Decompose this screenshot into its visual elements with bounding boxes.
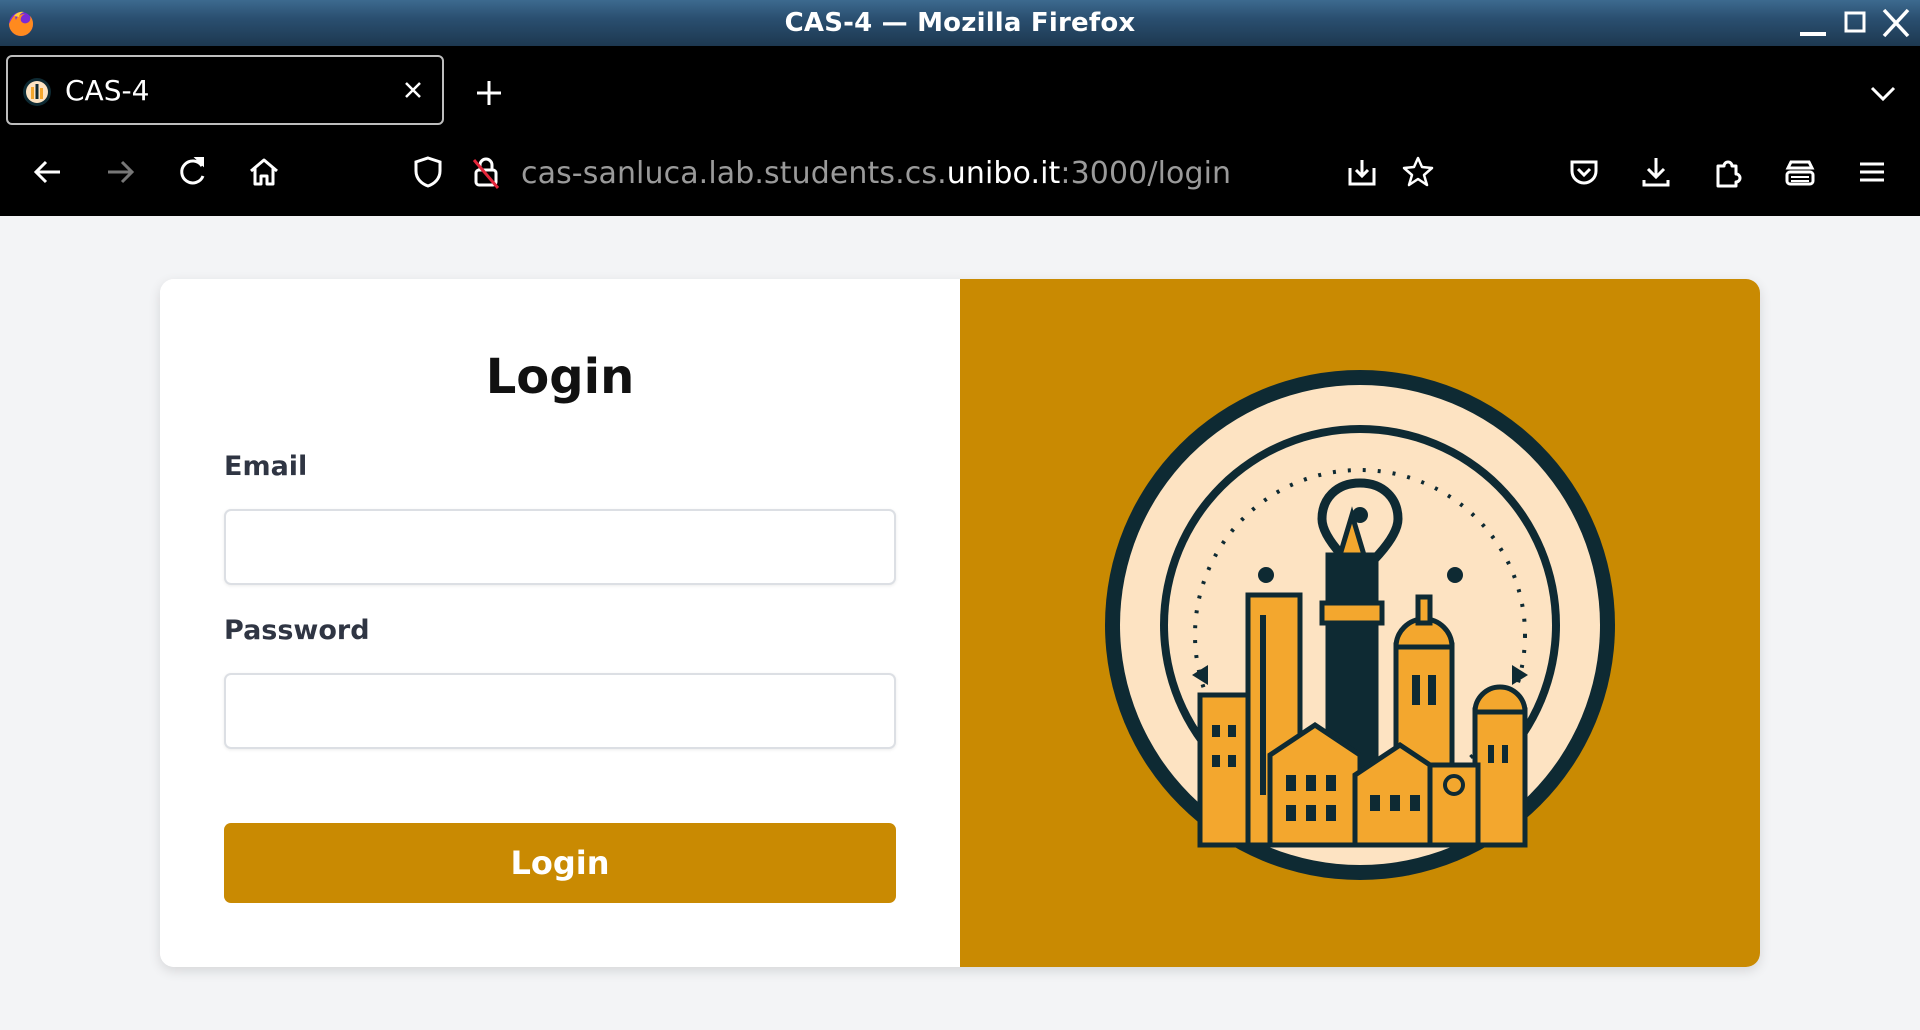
tab-cas-4[interactable]: CAS-4: [6, 55, 444, 125]
url-suffix: :3000/login: [1060, 156, 1232, 191]
reload-icon[interactable]: [172, 152, 212, 192]
back-icon[interactable]: [28, 152, 68, 192]
window-title: CAS-4 — Mozilla Firefox: [784, 8, 1136, 38]
new-tab-icon[interactable]: [470, 74, 508, 112]
url-prefix: cas-sanluca.lab.students.cs.: [521, 156, 947, 191]
tab-close-icon[interactable]: [398, 75, 428, 105]
bookmark-star-icon[interactable]: [1398, 152, 1438, 192]
menu-icon[interactable]: [1852, 152, 1892, 192]
forward-icon[interactable]: [100, 152, 140, 192]
email-field[interactable]: [224, 509, 896, 585]
city-logo-icon: [1105, 370, 1615, 880]
maximize-icon[interactable]: [1838, 6, 1874, 40]
close-icon[interactable]: [1878, 6, 1914, 40]
private-icon[interactable]: [1780, 152, 1820, 192]
downloads-icon[interactable]: [1636, 152, 1676, 192]
page-title: Login: [485, 349, 635, 405]
chevron-down-icon[interactable]: [1866, 76, 1900, 110]
insecure-lock-icon[interactable]: [466, 152, 506, 192]
extensions-icon[interactable]: [1708, 152, 1748, 192]
address-bar-url[interactable]: cas-sanluca.lab.students.cs.unibo.it:300…: [521, 156, 1231, 191]
site-favicon-icon: [23, 78, 51, 106]
tab-strip: CAS-4: [0, 46, 1920, 130]
password-label: Password: [224, 615, 370, 646]
window-titlebar: CAS-4 — Mozilla Firefox: [0, 0, 1920, 46]
tab-title: CAS-4: [65, 74, 150, 107]
minimize-icon[interactable]: [1796, 6, 1832, 40]
url-domain: unibo.it: [946, 156, 1061, 191]
login-form-panel: Login Email Password Login: [160, 279, 960, 967]
page-content: Login Email Password Login: [0, 216, 1920, 1030]
password-field[interactable]: [224, 673, 896, 749]
navigation-toolbar: cas-sanluca.lab.students.cs.unibo.it:300…: [0, 130, 1920, 216]
brand-panel: [960, 279, 1760, 967]
page-action-icon[interactable]: [1342, 152, 1382, 192]
login-button[interactable]: Login: [224, 823, 896, 903]
email-label: Email: [224, 451, 308, 482]
home-icon[interactable]: [244, 152, 284, 192]
pocket-icon[interactable]: [1564, 152, 1604, 192]
login-card: Login Email Password Login: [160, 279, 1760, 967]
shield-icon[interactable]: [408, 152, 448, 192]
